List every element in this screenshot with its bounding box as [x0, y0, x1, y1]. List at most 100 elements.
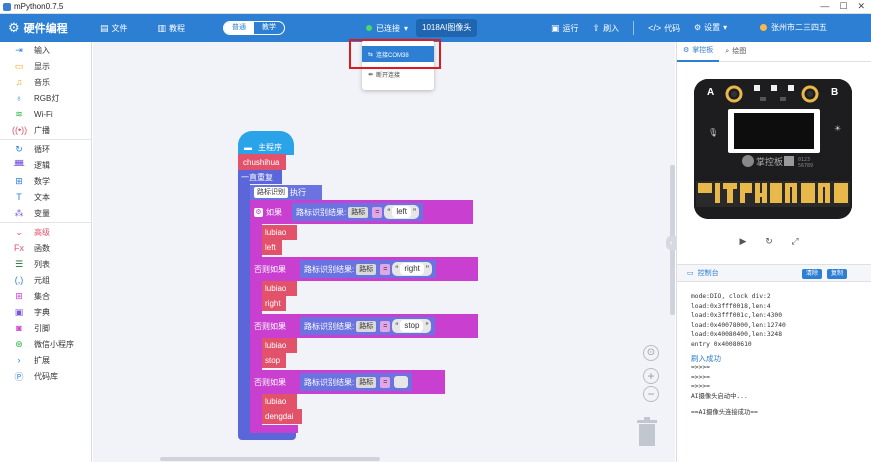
- sidebar-item[interactable]: › 扩展: [0, 352, 91, 368]
- recognize-dropdown[interactable]: 路标识别: [254, 187, 288, 198]
- elif-row[interactable]: 否则如果 路标识别结果: 路标 = “right”: [250, 257, 478, 281]
- board-select[interactable]: 1018AI图像头: [416, 19, 478, 37]
- brand[interactable]: ⚙ 硬件编程: [8, 20, 100, 36]
- sidebar-item[interactable]: ☰ 列表: [0, 256, 91, 272]
- board-simulator[interactable]: A B 🎙 ☀ 掌控板 0123 56789: [694, 79, 852, 219]
- sidebar-item[interactable]: ⌄ 高级: [0, 224, 91, 240]
- sidebar-item[interactable]: ◙ 引脚: [0, 320, 91, 336]
- close-button[interactable]: ✕: [857, 1, 865, 12]
- reset-icon[interactable]: ↻: [763, 235, 775, 247]
- sidebar-item[interactable]: ⁂ 变量: [0, 205, 91, 221]
- empty-input-slot[interactable]: [394, 376, 409, 388]
- sidebar-item[interactable]: T 文本: [0, 189, 91, 205]
- forever-loop-block[interactable]: 一直重复: [238, 170, 282, 184]
- copy-button[interactable]: 复制: [827, 269, 848, 279]
- console-line: =>>>=: [691, 373, 710, 381]
- horizontal-scrollbar[interactable]: [160, 457, 380, 461]
- fullscreen-icon[interactable]: ⤢: [789, 235, 801, 247]
- lubiao-call[interactable]: lubiao: [262, 338, 297, 353]
- condition-block[interactable]: 路标识别结果: 路标 = “left”: [292, 203, 423, 221]
- operator-dropdown[interactable]: =: [380, 320, 391, 332]
- unlink-icon: ⇹: [368, 71, 374, 78]
- string-value[interactable]: left: [392, 206, 411, 218]
- action-call[interactable]: right: [262, 296, 286, 311]
- lubiao-call[interactable]: lubiao: [262, 394, 297, 409]
- lubiao-call[interactable]: lubiao: [262, 225, 297, 240]
- settings-gear-icon[interactable]: ⚙: [254, 207, 263, 217]
- operator-dropdown[interactable]: =: [380, 263, 391, 275]
- sidebar-item[interactable]: ≋ Wi-Fi: [0, 106, 91, 122]
- zoom-in-icon[interactable]: +: [643, 368, 659, 384]
- sidebar-item[interactable]: ⇥ 输入: [0, 42, 91, 58]
- lubiao-call[interactable]: lubiao: [262, 281, 297, 296]
- sidebar-item[interactable]: ⊞ 集合: [0, 288, 91, 304]
- recenter-icon[interactable]: ⊙: [643, 345, 659, 361]
- recognize-execute-block[interactable]: 路标识别 执行: [250, 185, 322, 200]
- elif-row[interactable]: 否则如果 路标识别结果: 路标 =: [250, 370, 445, 394]
- main-program-block[interactable]: ▬ 主程序: [238, 131, 294, 155]
- condition-dropdown[interactable]: 路标: [356, 320, 377, 332]
- block-workspace[interactable]: [93, 42, 675, 462]
- string-value[interactable]: stop: [400, 320, 424, 332]
- sidebar-item[interactable]: Fx 函数: [0, 240, 91, 256]
- string-value[interactable]: right: [400, 263, 424, 275]
- action-call[interactable]: left: [262, 240, 282, 255]
- brand-logo-icon: ⚙: [8, 20, 20, 35]
- init-function-call[interactable]: chushihua: [238, 154, 286, 170]
- sidebar-item[interactable]: ᚙ 逻辑: [0, 157, 91, 173]
- run-button[interactable]: ▣ 运行: [551, 23, 579, 34]
- settings-button[interactable]: ⚙ 设置 ▾: [694, 22, 727, 33]
- tab-simulator[interactable]: ⚙ 掌控板: [677, 42, 720, 62]
- trash-icon[interactable]: [636, 417, 658, 447]
- sidebar-item[interactable]: ▣ 字典: [0, 304, 91, 320]
- file-button[interactable]: ▤ 文件: [100, 23, 128, 34]
- right-toolbar-buttons: ▣ 运行 ⇪ 刷入 </> 代码: [551, 14, 694, 42]
- condition-block[interactable]: 路标识别结果: 路标 =: [300, 373, 413, 391]
- connection-dropdown[interactable]: 已连接 ▾: [366, 19, 408, 37]
- sidebar-item[interactable]: (,) 元组: [0, 272, 91, 288]
- condition-block[interactable]: 路标识别结果: 路标 = “right”: [300, 260, 436, 278]
- action-call[interactable]: stop: [262, 353, 286, 368]
- sidebar-item[interactable]: Ⓟ 代码库: [0, 368, 91, 384]
- maximize-button[interactable]: ☐: [839, 1, 847, 12]
- sidebar-item[interactable]: ♫ 音乐: [0, 74, 91, 90]
- condition-dropdown[interactable]: 路标: [348, 206, 369, 218]
- tab-draw[interactable]: ⌕ 绘图: [719, 42, 752, 62]
- collapse-panel-icon[interactable]: ‹: [666, 236, 676, 250]
- minimize-button[interactable]: —: [820, 1, 829, 12]
- code-lib-icon: Ⓟ: [14, 371, 24, 382]
- string-literal[interactable]: “right”: [392, 262, 432, 276]
- tutorial-button[interactable]: ▥ 教程: [158, 23, 186, 34]
- sidebar-divider: [0, 139, 91, 140]
- settings-label: 设置: [704, 23, 721, 32]
- user-account[interactable]: 张州市二三四五: [760, 22, 827, 33]
- sidebar-item[interactable]: ♁ RGB灯: [0, 90, 91, 106]
- console-success: 刷入成功: [691, 353, 721, 363]
- sidebar-item[interactable]: ↻ 循环: [0, 141, 91, 157]
- condition-dropdown[interactable]: 路标: [356, 263, 377, 275]
- quote-right: ”: [425, 321, 429, 331]
- operator-dropdown[interactable]: =: [380, 376, 391, 388]
- sidebar-item[interactable]: ⊞ 数学: [0, 173, 91, 189]
- code-button[interactable]: </> 代码: [648, 23, 680, 34]
- action-call[interactable]: dengdai: [262, 409, 302, 424]
- string-literal[interactable]: “left”: [384, 205, 419, 219]
- operator-dropdown[interactable]: =: [372, 206, 383, 218]
- sidebar-item[interactable]: ▭ 显示: [0, 58, 91, 74]
- music-icon: ♫: [15, 77, 23, 87]
- elif-row[interactable]: 否则如果 路标识别结果: 路标 = “stop”: [250, 314, 478, 338]
- condition-label: 路标识别结果:: [296, 207, 347, 217]
- mode-code-option[interactable]: 教学: [254, 22, 284, 34]
- condition-dropdown[interactable]: 路标: [356, 376, 377, 388]
- mode-blocks-option[interactable]: 普通: [224, 22, 255, 34]
- play-icon[interactable]: ▶: [737, 235, 749, 247]
- flash-button[interactable]: ⇪ 刷入: [593, 23, 620, 34]
- sidebar-item[interactable]: ((•)) 广播: [0, 122, 91, 138]
- string-literal[interactable]: “stop”: [392, 319, 432, 333]
- zoom-out-icon[interactable]: −: [643, 386, 659, 402]
- mode-switch[interactable]: 普通 教学: [223, 21, 286, 35]
- sidebar-item[interactable]: ⊛ 微信小程序: [0, 336, 91, 352]
- condition-block[interactable]: 路标识别结果: 路标 = “stop”: [300, 317, 436, 335]
- if-row[interactable]: ⚙ 如果 路标识别结果: 路标 = “left”: [250, 200, 473, 224]
- clear-button[interactable]: 清除: [802, 269, 823, 279]
